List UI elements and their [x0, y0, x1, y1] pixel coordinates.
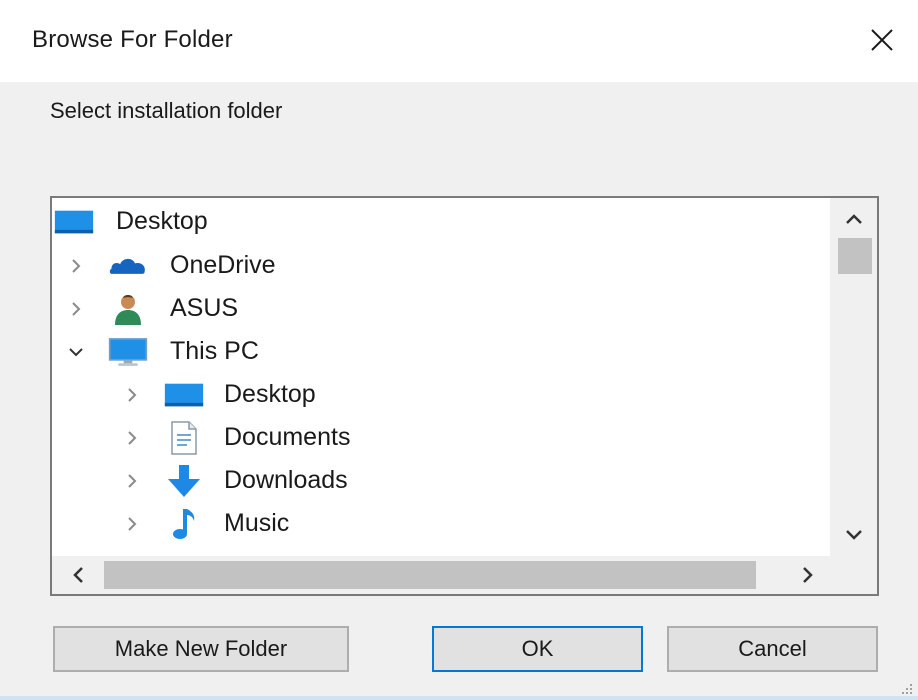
ok-button[interactable]: OK	[432, 626, 643, 672]
scrollbar-corner	[830, 556, 877, 594]
scroll-up-button[interactable]	[830, 200, 877, 238]
chevron-right-icon[interactable]	[64, 297, 88, 321]
tree-item-desktop-root[interactable]: Desktop	[52, 200, 830, 243]
chevron-down-icon[interactable]	[64, 340, 88, 364]
folder-tree-frame: Desktop OneDrive ASUS This PC Desktop Do…	[50, 196, 879, 596]
resize-grip-icon[interactable]	[900, 682, 914, 696]
onedrive-cloud-icon	[108, 249, 148, 283]
tree-item-onedrive[interactable]: OneDrive	[52, 244, 830, 287]
chevron-right-icon	[803, 567, 813, 583]
horizontal-scrollbar[interactable]	[52, 556, 830, 594]
tree-item-label: Desktop	[224, 380, 316, 408]
tree-item-label: Desktop	[116, 207, 208, 235]
make-new-folder-button[interactable]: Make New Folder	[53, 626, 349, 672]
tree-item-this-pc[interactable]: This PC	[52, 330, 830, 373]
folder-icon	[164, 545, 204, 556]
tree-item-downloads[interactable]: Downloads	[52, 459, 830, 502]
tree-item-partial[interactable]	[52, 545, 830, 556]
chevron-right-icon[interactable]	[120, 469, 144, 493]
computer-icon	[108, 335, 148, 369]
tree-item-label: OneDrive	[170, 251, 276, 279]
chevron-up-icon	[845, 214, 862, 224]
browse-for-folder-dialog: Browse For Folder Select installation fo…	[0, 0, 918, 700]
close-button[interactable]	[858, 18, 906, 62]
vertical-scrollbar[interactable]	[830, 198, 877, 556]
close-icon	[871, 29, 893, 51]
scroll-left-button[interactable]	[54, 556, 102, 594]
tree-item-label: Documents	[224, 423, 351, 451]
folder-tree[interactable]: Desktop OneDrive ASUS This PC Desktop Do…	[52, 198, 830, 556]
tree-item-music[interactable]: Music	[52, 502, 830, 545]
chevron-down-icon	[845, 530, 862, 540]
chevron-right-icon[interactable]	[120, 512, 144, 536]
chevron-right-icon[interactable]	[120, 383, 144, 407]
desktop-icon	[164, 378, 204, 412]
window-bottom-border	[0, 696, 918, 700]
chevron-right-icon[interactable]	[64, 254, 88, 278]
tree-item-desktop[interactable]: Desktop	[52, 373, 830, 416]
tree-item-label: ASUS	[170, 294, 239, 322]
desktop-icon	[54, 205, 94, 239]
user-icon	[108, 292, 148, 326]
chevron-right-icon[interactable]	[120, 426, 144, 450]
vertical-scroll-thumb[interactable]	[838, 238, 872, 274]
scroll-down-button[interactable]	[830, 516, 877, 554]
tree-item-label: This PC	[170, 337, 259, 365]
title-bar[interactable]: Browse For Folder	[0, 0, 918, 82]
tree-item-label: Downloads	[224, 466, 348, 494]
chevron-left-icon	[73, 567, 83, 583]
music-note-icon	[164, 507, 204, 541]
prompt-label: Select installation folder	[50, 98, 283, 123]
tree-item-label: Music	[224, 509, 290, 537]
scroll-right-button[interactable]	[784, 556, 832, 594]
horizontal-scroll-thumb[interactable]	[104, 561, 756, 589]
tree-item-asus[interactable]: ASUS	[52, 287, 830, 330]
window-title: Browse For Folder	[32, 26, 233, 53]
tree-item-documents[interactable]: Documents	[52, 416, 830, 459]
documents-icon	[164, 420, 204, 455]
downloads-arrow-icon	[164, 464, 204, 498]
cancel-button[interactable]: Cancel	[667, 626, 878, 672]
